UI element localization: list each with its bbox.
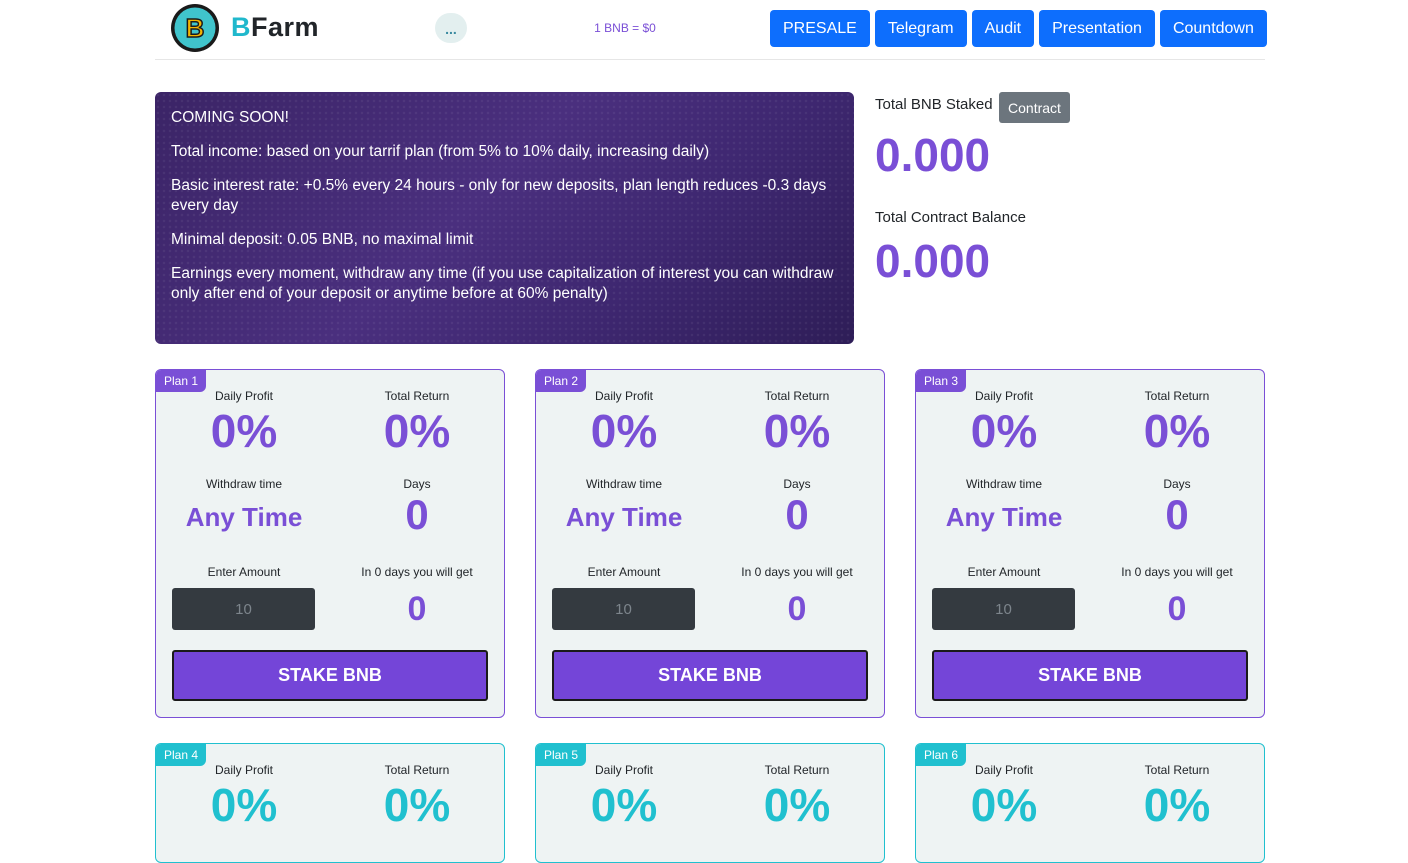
- audit-button[interactable]: Audit: [971, 10, 1035, 47]
- info-line: Minimal deposit: 0.05 BNB, no maximal li…: [171, 231, 474, 248]
- days-label: Days: [1163, 477, 1191, 491]
- total-return-value: 0%: [763, 405, 831, 457]
- total-return-value: 0%: [763, 779, 831, 831]
- total-return-label: Total Return: [1144, 389, 1210, 403]
- days-value: 0: [1165, 491, 1189, 538]
- amount-input[interactable]: [552, 588, 695, 630]
- total-return-value: 0%: [383, 779, 451, 831]
- presentation-button[interactable]: Presentation: [1039, 10, 1155, 47]
- days-value: 0: [785, 491, 809, 538]
- daily-profit-value: 0%: [590, 779, 658, 831]
- daily-profit-label: Daily Profit: [594, 389, 653, 403]
- presale-button[interactable]: PRESALE: [770, 10, 870, 47]
- contract-balance-value: 0.000: [875, 235, 991, 287]
- daily-profit-label: Daily Profit: [214, 389, 273, 403]
- brand-name[interactable]: BFarm: [231, 12, 319, 43]
- plan-card: Plan 6 Daily Profit Total Return 0% 0%: [915, 743, 1265, 863]
- withdraw-time-value: Any Time: [945, 502, 1063, 532]
- total-return-value: 0%: [1143, 405, 1211, 457]
- days-label: Days: [783, 477, 811, 491]
- withdraw-time-label: Withdraw time: [965, 477, 1042, 491]
- nav-buttons: PRESALE Telegram Audit Presentation Coun…: [770, 10, 1267, 47]
- bnb-price: 1 BNB = $0: [594, 21, 656, 35]
- total-return-value: 0%: [383, 405, 451, 457]
- countdown-button[interactable]: Countdown: [1159, 10, 1267, 47]
- you-will-get-label: In 0 days you will get: [361, 565, 473, 579]
- plan-card: Plan 4 Daily Profit Total Return 0% 0%: [155, 743, 505, 863]
- daily-profit-label: Daily Profit: [974, 389, 1033, 403]
- stake-bnb-button[interactable]: STAKE BNB: [172, 650, 488, 701]
- stake-bnb-button[interactable]: STAKE BNB: [932, 650, 1248, 701]
- plan-card: Plan 5 Daily Profit Total Return 0% 0%: [535, 743, 885, 863]
- svg-text:B: B: [186, 13, 205, 43]
- bfarm-logo-icon: B: [171, 4, 219, 52]
- amount-input[interactable]: [932, 588, 1075, 630]
- you-will-get-value: 0: [787, 590, 807, 628]
- info-panel: COMING SOON! Total income: based on your…: [155, 92, 854, 344]
- amount-input[interactable]: [172, 588, 315, 630]
- plan-card: Plan 3 Daily Profit Total Return 0% 0% W…: [915, 369, 1265, 718]
- total-return-value: 0%: [1143, 779, 1211, 831]
- plan-card: Plan 1 Daily Profit Total Return 0% 0% W…: [155, 369, 505, 718]
- info-line: Total income: based on your tarrif plan …: [171, 143, 710, 160]
- daily-profit-value: 0%: [210, 779, 278, 831]
- you-will-get-label: In 0 days you will get: [741, 565, 853, 579]
- info-line: Basic interest rate: +0.5% every 24 hour…: [171, 177, 827, 214]
- total-return-label: Total Return: [764, 763, 830, 777]
- days-value: 0: [405, 491, 429, 538]
- enter-amount-label: Enter Amount: [967, 565, 1041, 579]
- you-will-get-label: In 0 days you will get: [1121, 565, 1233, 579]
- stake-bnb-button[interactable]: STAKE BNB: [552, 650, 868, 701]
- daily-profit-label: Daily Profit: [594, 763, 653, 777]
- withdraw-time-value: Any Time: [185, 502, 303, 532]
- connect-wallet-button[interactable]: ...: [435, 13, 467, 43]
- enter-amount-label: Enter Amount: [207, 565, 281, 579]
- total-return-label: Total Return: [1144, 763, 1210, 777]
- you-will-get-value: 0: [407, 590, 427, 628]
- top-navbar: B BFarm ... 1 BNB = $0 PRESALE Telegram …: [155, 0, 1267, 60]
- plan-card: Plan 2 Daily Profit Total Return 0% 0% W…: [535, 369, 885, 718]
- days-label: Days: [403, 477, 431, 491]
- withdraw-time-label: Withdraw time: [205, 477, 282, 491]
- daily-profit-value: 0%: [590, 405, 658, 457]
- daily-profit-value: 0%: [970, 405, 1038, 457]
- info-line: COMING SOON!: [171, 109, 289, 126]
- withdraw-time-value: Any Time: [565, 502, 683, 532]
- daily-profit-label: Daily Profit: [974, 763, 1033, 777]
- total-staked-label: Total BNB Staked: [875, 96, 993, 113]
- daily-profit-value: 0%: [210, 405, 278, 457]
- contract-balance-label: Total Contract Balance: [875, 209, 1026, 226]
- total-return-label: Total Return: [384, 763, 450, 777]
- total-return-label: Total Return: [764, 389, 830, 403]
- enter-amount-label: Enter Amount: [587, 565, 661, 579]
- total-staked-value: 0.000: [875, 129, 991, 181]
- withdraw-time-label: Withdraw time: [585, 477, 662, 491]
- you-will-get-value: 0: [1167, 590, 1187, 628]
- daily-profit-label: Daily Profit: [214, 763, 273, 777]
- daily-profit-value: 0%: [970, 779, 1038, 831]
- total-return-label: Total Return: [384, 389, 450, 403]
- telegram-button[interactable]: Telegram: [874, 10, 967, 47]
- contract-button[interactable]: Contract: [999, 92, 1070, 123]
- info-line: Earnings every moment, withdraw any time…: [171, 265, 834, 302]
